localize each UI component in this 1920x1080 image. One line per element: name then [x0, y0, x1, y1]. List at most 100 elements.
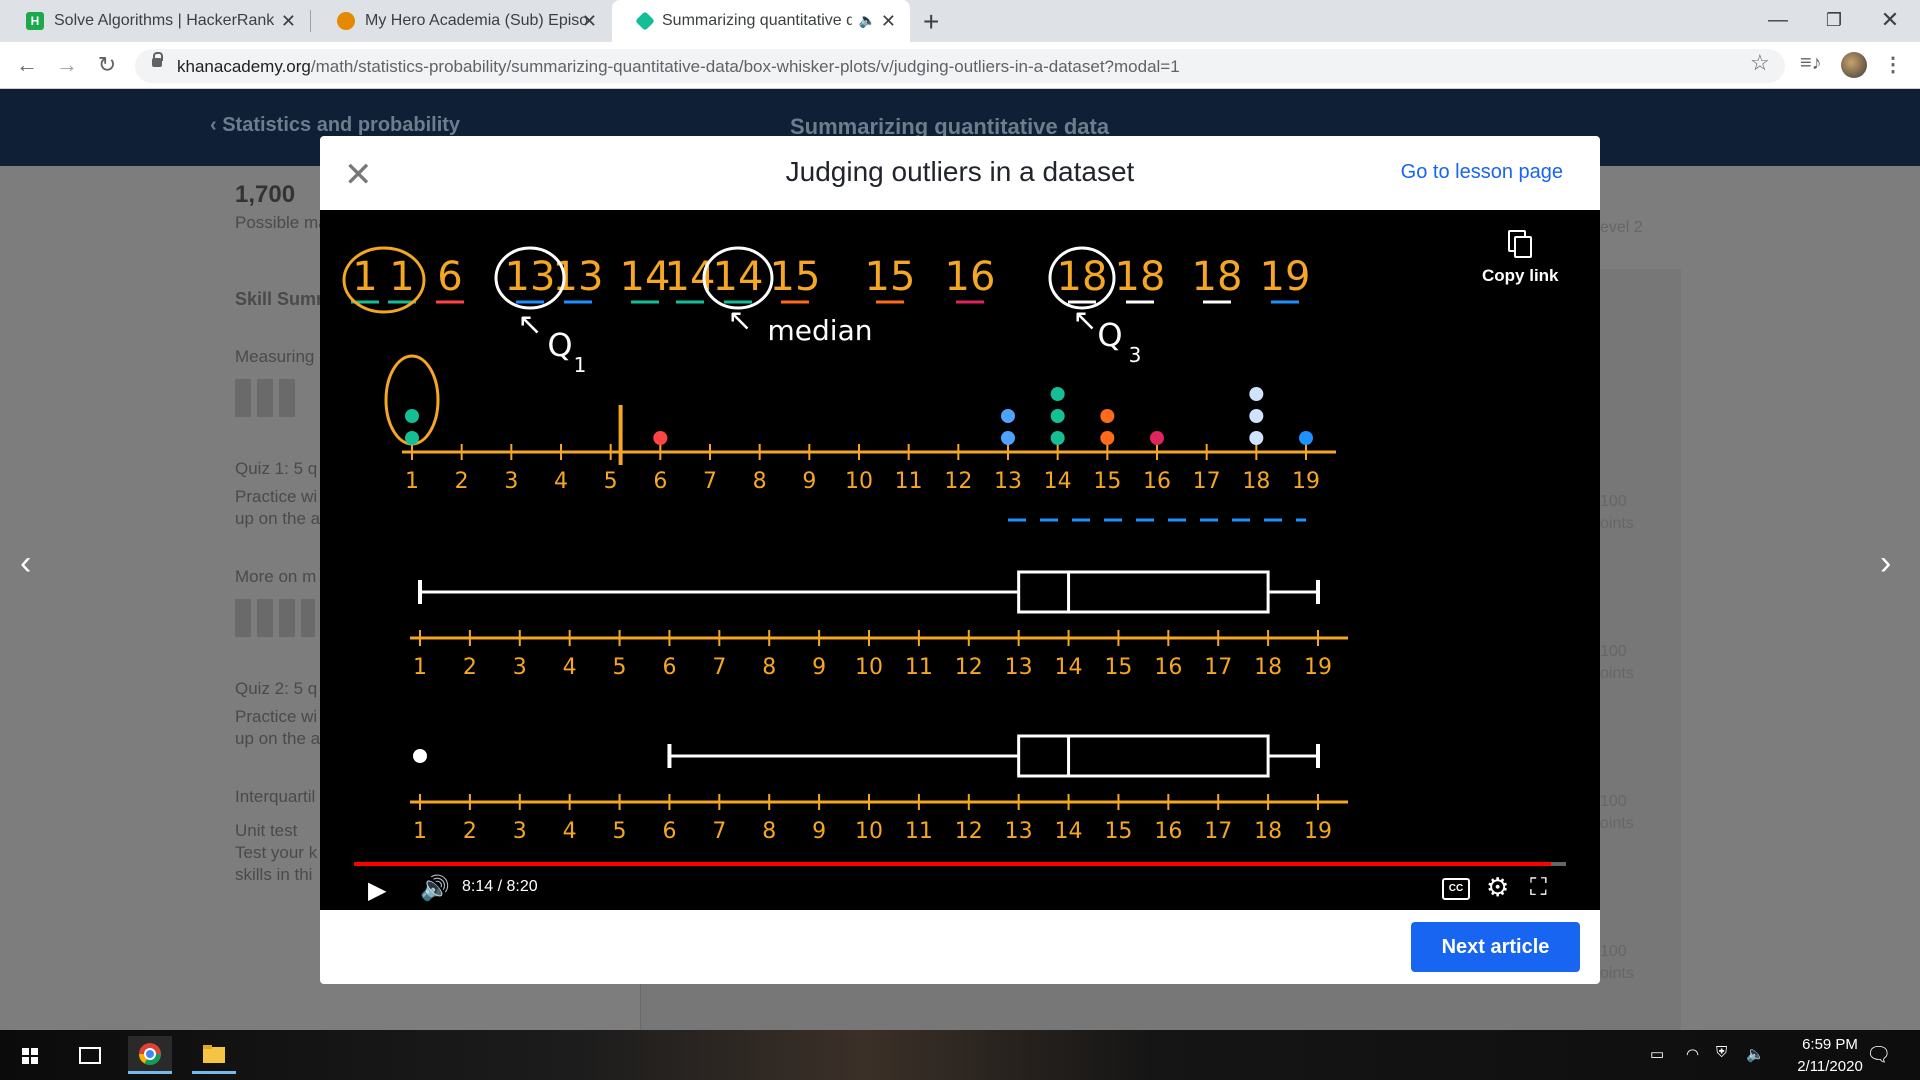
data-value: 6: [437, 254, 462, 300]
axis-tick-label: 16: [1143, 469, 1171, 494]
minimize-window-icon[interactable]: —: [1750, 0, 1806, 42]
go-to-lesson-link[interactable]: Go to lesson page: [1401, 161, 1563, 184]
back-arrow-icon[interactable]: ←: [12, 50, 42, 80]
quiz1-title[interactable]: Quiz 1: 5 q: [235, 459, 317, 479]
task-view-icon[interactable]: [68, 1036, 112, 1074]
wifi-icon[interactable]: ◠: [1686, 1045, 1699, 1063]
audio-playing-icon[interactable]: 🔈: [859, 12, 876, 29]
settings-gear-icon[interactable]: ⚙: [1486, 872, 1509, 903]
copy-link-icon[interactable]: [1508, 230, 1532, 258]
axis-tick-label: 6: [662, 655, 676, 680]
axis-tick-label: 8: [762, 819, 776, 844]
tab-strip: H Solve Algorithms | HackerRank ✕ My Her…: [0, 0, 1920, 42]
address-bar[interactable]: khanacademy.org/math/statistics-probabil…: [135, 49, 1785, 83]
notifications-icon[interactable]: 🗨: [1866, 1042, 1891, 1067]
quiz2-title[interactable]: Quiz 2: 5 q: [235, 679, 317, 699]
video-modal: ✕ Judging outliers in a dataset Go to le…: [320, 136, 1600, 984]
close-tab-icon[interactable]: ✕: [281, 11, 296, 32]
axis-tick-label: 3: [513, 655, 527, 680]
file-explorer-icon[interactable]: [192, 1036, 236, 1074]
axis-tick-label: 6: [653, 469, 667, 494]
section-more-on[interactable]: More on m: [235, 567, 316, 587]
data-value: 18: [1192, 254, 1243, 300]
q3-label: Q: [1097, 316, 1122, 354]
data-dot: [1050, 409, 1065, 423]
tab-my-hero-academia[interactable]: My Hero Academia (Sub) Episode ✕: [311, 0, 611, 42]
volume-icon[interactable]: 🔊: [420, 874, 450, 903]
points-right-label: oints: [1600, 515, 1634, 532]
bookmark-star-icon[interactable]: ☆: [1750, 50, 1770, 76]
tab-khan-academy[interactable]: Summarizing quantitative da 🔈 ✕: [612, 0, 910, 42]
data-dot: [1050, 431, 1065, 445]
q1-label: Q: [547, 326, 572, 364]
quiz2-desc-2: up on the a: [235, 729, 321, 748]
data-dot: [1100, 431, 1115, 445]
chrome-taskbar-icon[interactable]: [128, 1036, 172, 1074]
axis-tick-label: 19: [1304, 819, 1332, 844]
points-right: 100: [1600, 943, 1627, 960]
breadcrumb[interactable]: ‹ Statistics and probability: [210, 114, 460, 137]
data-value: 1: [352, 254, 377, 300]
points-right-label: oints: [1600, 965, 1634, 982]
axis-tick-label: 3: [504, 469, 518, 494]
forward-arrow-icon[interactable]: →: [52, 50, 82, 80]
axis-tick-label: 14: [1055, 655, 1083, 680]
video-player[interactable]: 1 1 6 13 13 14 14 14 15 15 16 18 18 18 19 ↖ Q 1 ↖ median ↖ Q 3…: [320, 210, 1600, 910]
close-tab-icon[interactable]: ✕: [881, 11, 896, 32]
data-value: 15: [865, 254, 916, 300]
axis-tick-label: 1: [413, 655, 427, 680]
data-dot: [1249, 387, 1264, 401]
section-interquartile[interactable]: Interquartil: [235, 787, 315, 807]
menu-dots-icon[interactable]: ⋮: [1883, 52, 1903, 77]
next-item-arrow-icon[interactable]: ›: [1880, 544, 1891, 583]
axis-tick-label: 13: [1005, 819, 1033, 844]
tab-title: Summarizing quantitative da: [662, 12, 852, 29]
axis-tick-label: 12: [955, 655, 983, 680]
axis-tick-label: 11: [895, 469, 923, 494]
unit-test-title[interactable]: Unit test: [235, 821, 297, 841]
windows-start-icon[interactable]: [8, 1036, 52, 1074]
box1-box: [1017, 570, 1270, 614]
next-article-button[interactable]: Next article: [1411, 922, 1580, 972]
outlier-dot: [413, 749, 427, 763]
q1-subscript: 1: [574, 353, 587, 377]
fullscreen-icon[interactable]: ⛶: [1530, 874, 1547, 902]
new-tab-button[interactable]: +: [923, 6, 939, 38]
data-value: 18: [1115, 254, 1166, 300]
security-shield-icon[interactable]: ⛨: [1716, 1044, 1727, 1061]
data-value: 14: [620, 254, 671, 300]
video-progress-bar[interactable]: [354, 862, 1566, 866]
lock-icon: [152, 52, 163, 67]
axis-tick-label: 15: [1093, 469, 1121, 494]
close-window-icon[interactable]: ✕: [1862, 0, 1918, 42]
profile-avatar[interactable]: [1841, 52, 1867, 78]
data-dot: [653, 431, 668, 445]
video-progress-fill: [354, 862, 1552, 866]
q1-arrow: ↖: [517, 307, 542, 342]
previous-item-arrow-icon[interactable]: ‹: [20, 544, 31, 583]
closed-captions-icon[interactable]: CC: [1442, 878, 1470, 900]
axis-tick-label: 3: [513, 819, 527, 844]
axis-tick-label: 7: [712, 655, 726, 680]
copy-link-button[interactable]: Copy link: [1482, 266, 1559, 286]
url-host: khanacademy.org: [177, 57, 311, 76]
axis-tick-label: 2: [455, 469, 469, 494]
media-controls-icon[interactable]: ≡♪: [1800, 52, 1822, 75]
axis-tick-label: 9: [812, 819, 826, 844]
section-measuring[interactable]: Measuring: [235, 347, 314, 367]
close-tab-icon[interactable]: ✕: [582, 11, 597, 32]
axis-tick-label: 18: [1242, 469, 1270, 494]
axis-tick-label: 16: [1154, 819, 1182, 844]
play-icon[interactable]: ▶: [368, 876, 386, 905]
data-value: 14: [713, 254, 764, 300]
data-dot: [1150, 431, 1164, 445]
restore-window-icon[interactable]: ❐: [1806, 0, 1862, 42]
tab-hackerrank[interactable]: H Solve Algorithms | HackerRank ✕: [0, 0, 310, 42]
reload-icon[interactable]: ↻: [92, 50, 122, 80]
axis-tick-label: 12: [944, 469, 972, 494]
median-label: median: [768, 314, 873, 347]
axis-tick-label: 12: [955, 819, 983, 844]
video-timecode: 8:14 / 8:20: [462, 878, 538, 895]
battery-icon[interactable]: ▭: [1650, 1045, 1664, 1063]
hackerrank-favicon-icon: H: [26, 12, 44, 30]
